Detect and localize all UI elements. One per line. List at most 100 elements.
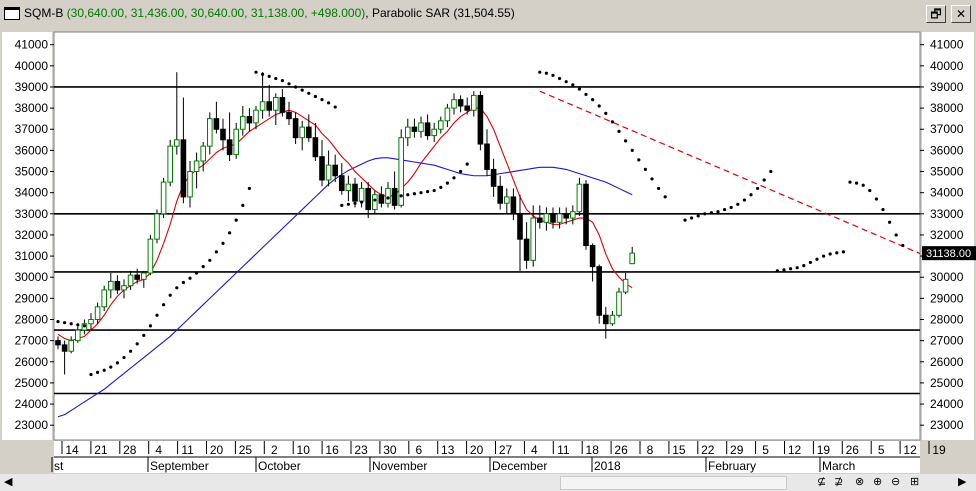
scroll-thumb[interactable] [560, 476, 787, 490]
sar-dot [736, 202, 740, 206]
sar-dot [657, 186, 661, 191]
sar-dot [76, 323, 80, 327]
price-chart[interactable]: 23000 23000 24000 24000 25000 25000 26000 26000… [0, 28, 976, 474]
y-tick-label-right: 30000 [930, 270, 964, 284]
y-tick-label-right: 28000 [930, 313, 964, 327]
candle-body [55, 340, 61, 346]
scroll-right-arrow-icon[interactable]: ▶ [958, 475, 966, 488]
sar-dot [360, 200, 364, 204]
y-tick-label-left: 32000 [15, 228, 49, 242]
x-tick-label: 19 [932, 443, 946, 457]
chart-window-icon [4, 7, 20, 20]
candle-body [127, 274, 134, 287]
sar-dot [597, 104, 601, 108]
y-tick-label-left: 36000 [15, 143, 49, 157]
candle-body [306, 126, 312, 139]
scroll-left-arrow-icon[interactable]: ◀ [4, 475, 12, 488]
x-tick-label: 12 [788, 443, 802, 457]
sar-dot [637, 158, 641, 162]
sar-dot [432, 188, 436, 193]
sar-dot [181, 280, 185, 285]
sar-dot [874, 197, 879, 201]
x-tick-label: 13 [441, 443, 455, 457]
sar-dot [142, 333, 146, 337]
candle-body [187, 171, 193, 198]
candle-body [94, 306, 101, 321]
sar-dot [426, 190, 430, 194]
sar-dot [254, 70, 258, 74]
x-tick-label: 6 [415, 443, 422, 457]
zoom-reset-icon[interactable]: ⊗ [855, 475, 864, 488]
x-tick-label: 5 [878, 443, 885, 457]
candle-body [418, 122, 424, 132]
month-label: March [822, 459, 855, 473]
y-tick-label-right: 33000 [930, 207, 964, 221]
y-tick-label-right: 38000 [930, 101, 964, 115]
restore-button[interactable]: 🗗 [926, 5, 946, 23]
sar-dot [756, 186, 760, 191]
sar-dot [610, 120, 615, 124]
sar-dot [782, 268, 786, 272]
x-tick-label: 26 [846, 443, 860, 457]
sar-dot [808, 260, 813, 265]
sar-dot [538, 70, 542, 74]
indicator-label: Parabolic SAR (31,504.55) [371, 6, 515, 20]
sar-dot [69, 322, 73, 326]
y-tick-label-right: 26000 [930, 355, 964, 369]
chart-area[interactable]: 23000 23000 24000 24000 25000 25000 26000 26000… [0, 28, 976, 491]
sar-dot [802, 263, 806, 268]
sar-dot [544, 71, 549, 75]
sar-dot [379, 197, 383, 201]
sar-dot [221, 241, 225, 245]
y-tick-label-right: 37000 [930, 122, 964, 136]
candle-body [174, 139, 180, 147]
sar-dot [663, 195, 667, 199]
x-tick-label: 30 [383, 443, 397, 457]
candle-body [504, 196, 510, 204]
y-tick-label-left: 28000 [15, 313, 49, 327]
candle-body [451, 99, 457, 109]
x-tick-label: 11 [181, 443, 194, 457]
y-tick-label-right: 34000 [930, 186, 964, 200]
candle-body [114, 280, 121, 291]
zoom-in-icon[interactable]: ⊕ [873, 475, 882, 488]
prev-button[interactable]: ⊈ [817, 475, 826, 488]
x-tick-label: 4 [155, 443, 162, 457]
x-tick-label: 23 [354, 443, 368, 457]
y-tick-label-right: 41000 [930, 38, 964, 52]
candle-body [75, 329, 81, 342]
y-tick-label-right: 39000 [930, 80, 964, 94]
sar-dot [696, 214, 700, 218]
candle-body [589, 245, 596, 268]
zoom-out-icon[interactable]: ⊖ [891, 475, 900, 488]
y-tick-label-right: 25000 [930, 376, 964, 390]
x-tick-label: 5 [762, 443, 769, 457]
close-button[interactable]: ✕ [951, 5, 971, 23]
horizontal-scrollbar[interactable]: ◀ [0, 474, 976, 491]
sar-dot [214, 250, 218, 254]
candle-body [68, 340, 75, 352]
sar-dot [115, 361, 119, 365]
candle-body [550, 213, 556, 223]
sar-dot [366, 199, 370, 203]
sar-dot [901, 243, 905, 248]
sar-dot [89, 372, 93, 377]
sar-dot [716, 210, 720, 214]
candle-body [457, 99, 464, 107]
sar-dot [234, 218, 238, 222]
x-tick-label: 11 [557, 443, 570, 457]
x-tick-label: 27 [499, 443, 513, 457]
candle-body [603, 314, 609, 325]
candle-body [438, 120, 444, 130]
sar-dot [861, 183, 865, 187]
y-tick-label-right: 32000 [930, 228, 964, 242]
x-tick-label: 29 [730, 443, 744, 457]
sar-dot [683, 218, 687, 222]
x-tick-label: 12 [903, 443, 917, 457]
next-button[interactable]: ⊉ [834, 475, 843, 488]
sar-dot [419, 191, 423, 195]
sar-dot [828, 252, 832, 256]
sar-dot [452, 176, 456, 180]
fit-icon[interactable]: ⊞ [910, 475, 919, 488]
candle-body [292, 118, 299, 139]
